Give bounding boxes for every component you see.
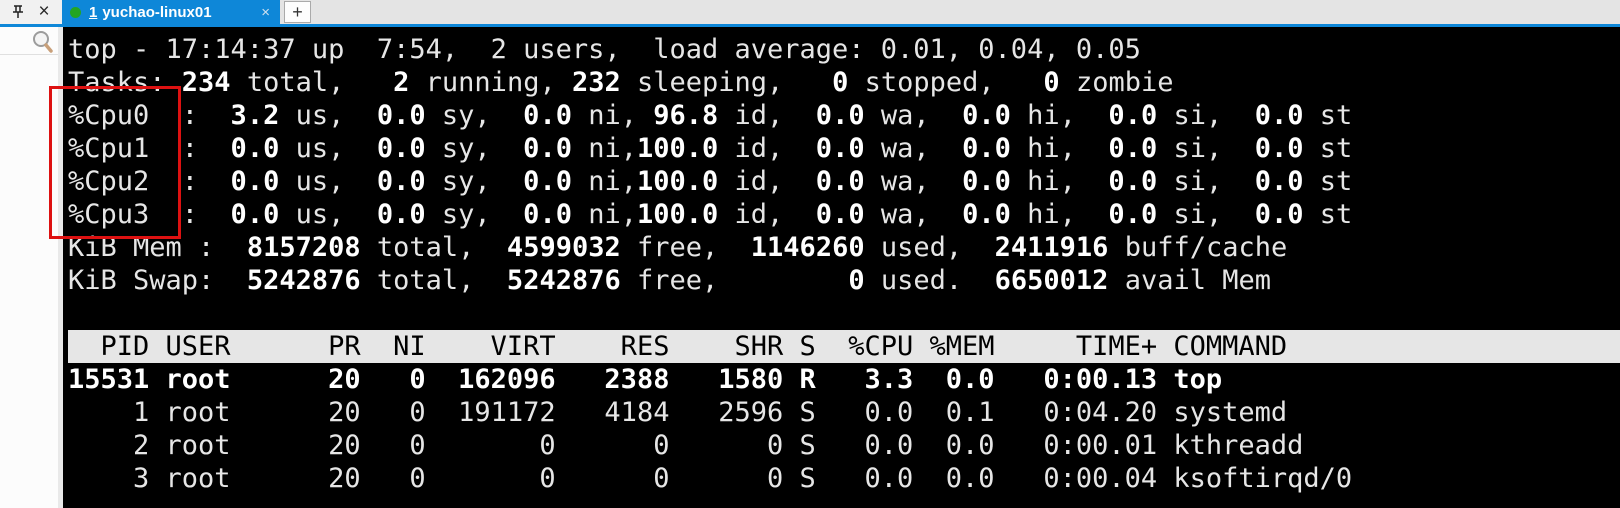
pin-button[interactable] — [8, 2, 28, 22]
terminal-line: %Cpu2 : 0.0 us, 0.0 sy, 0.0 ni,100.0 id,… — [68, 165, 1620, 198]
terminal-line: 3 root 20 0 0 0 0 S 0.0 0.0 0:00.04 ksof… — [68, 462, 1620, 495]
process-table-header-row: PID USER PR NI VIRT RES SHR S %CPU %MEM … — [68, 330, 1620, 363]
pin-icon — [10, 4, 26, 20]
terminal-line: %Cpu0 : 3.2 us, 0.0 sy, 0.0 ni, 96.8 id,… — [68, 99, 1620, 132]
left-sidebar — [0, 27, 63, 508]
terminal-line — [68, 297, 1620, 330]
search-icon[interactable] — [30, 29, 54, 53]
tab-bar: × 1 yuchao-linux01 × + — [0, 0, 1620, 27]
new-tab-button[interactable]: + — [284, 1, 311, 23]
terminal-line: 2 root 20 0 0 0 0 S 0.0 0.0 0:00.01 kthr… — [68, 429, 1620, 462]
terminal-line: KiB Swap: 5242876 total, 5242876 free, 0… — [68, 264, 1620, 297]
terminal-screen[interactable]: top - 17:14:37 up 7:54, 2 users, load av… — [63, 27, 1620, 508]
tab-index: 1 — [89, 4, 97, 21]
plus-icon: + — [292, 2, 303, 23]
tab-title: yuchao-linux01 — [102, 4, 211, 21]
panel-close-button[interactable]: × — [34, 2, 54, 22]
terminal-line: KiB Mem : 8157208 total, 4599032 free, 1… — [68, 231, 1620, 264]
tab-yuchao-linux01[interactable]: 1 yuchao-linux01 × — [62, 0, 280, 24]
status-dot — [70, 7, 81, 18]
sidebar-search-row — [0, 27, 58, 55]
terminal-line: top - 17:14:37 up 7:54, 2 users, load av… — [68, 33, 1620, 66]
terminal-line: %Cpu1 : 0.0 us, 0.0 sy, 0.0 ni,100.0 id,… — [68, 132, 1620, 165]
terminal-line: 15531 root 20 0 162096 2388 1580 R 3.3 0… — [68, 363, 1620, 396]
terminal-line: Tasks: 234 total, 2 running, 232 sleepin… — [68, 66, 1620, 99]
terminal-line: %Cpu3 : 0.0 us, 0.0 sy, 0.0 ni,100.0 id,… — [68, 198, 1620, 231]
panel-controls: × — [0, 0, 63, 24]
terminal-line: 1 root 20 0 191172 4184 2596 S 0.0 0.1 0… — [68, 396, 1620, 429]
tab-close-button[interactable]: × — [259, 5, 272, 20]
mobaxterm-window: × 1 yuchao-linux01 × + top - 17:14:37 up… — [0, 0, 1620, 508]
